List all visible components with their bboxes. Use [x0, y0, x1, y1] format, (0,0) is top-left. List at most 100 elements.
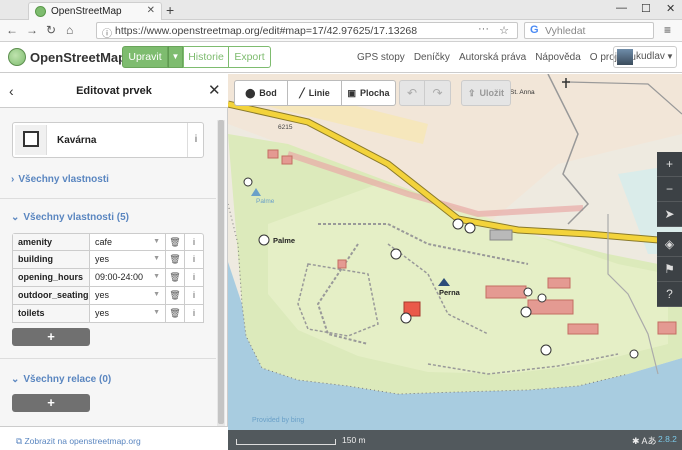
- layers-icon[interactable]: ◈: [657, 232, 682, 257]
- geolocate-icon[interactable]: ➤: [657, 202, 682, 227]
- delete-tag-icon[interactable]: 🗑: [166, 251, 185, 268]
- tag-value-text: yes: [95, 254, 110, 264]
- link-gps-traces[interactable]: GPS stopy: [357, 52, 405, 63]
- map-panel-controls: ◈ ⚑ ?: [657, 232, 682, 307]
- edit-button[interactable]: Upravit: [122, 46, 168, 68]
- scale-text: 150 m: [342, 435, 366, 445]
- combo-caret-icon[interactable]: ▼: [153, 273, 160, 280]
- tag-value-field[interactable]: cafe ▼: [90, 234, 166, 250]
- export-button[interactable]: Export: [229, 46, 271, 68]
- tag-key-field[interactable]: building: [13, 251, 90, 268]
- maximize-icon[interactable]: ☐: [641, 2, 651, 15]
- bug-report-icon[interactable]: ✱ Aあ: [632, 434, 657, 447]
- issues-icon[interactable]: ?: [657, 282, 682, 307]
- all-fields-toggle[interactable]: › Všechny vlastnosti: [11, 174, 109, 185]
- close-icon[interactable]: ✕: [208, 81, 221, 99]
- tags-section-toggle[interactable]: ⌄ Všechny vlastnosti (5): [11, 212, 129, 223]
- delete-tag-icon[interactable]: 🗑: [166, 234, 185, 250]
- version-label[interactable]: 2.8.2: [658, 434, 677, 444]
- map-footer: 150 m ✱ Aあ 2.8.2: [228, 430, 682, 450]
- tag-key-field[interactable]: opening_hours: [13, 269, 90, 286]
- zoom-in-icon[interactable]: +: [657, 152, 682, 177]
- history-button[interactable]: Historie: [183, 46, 229, 68]
- divider: [0, 198, 216, 199]
- zoom-out-icon[interactable]: −: [657, 177, 682, 202]
- tab-title: OpenStreetMap: [51, 6, 122, 17]
- tab-close-icon[interactable]: ✕: [147, 5, 155, 16]
- minimize-icon[interactable]: —: [616, 2, 627, 14]
- preset-item[interactable]: Kavárna i: [12, 122, 204, 158]
- combo-caret-icon[interactable]: ▼: [153, 255, 160, 262]
- tag-table: amenity cafe ▼ 🗑 i building yes ▼ 🗑 i open…: [12, 233, 204, 323]
- add-point-button[interactable]: ⬤ Bod: [234, 80, 288, 106]
- map-canvas[interactable]: St. Anna 6215 Palme Palme Perna ⬤ Bod ╱ Li…: [228, 74, 682, 450]
- view-on-osm-link[interactable]: ⧉ Zobrazit na openstreetmap.org: [16, 436, 141, 447]
- edit-dropdown-caret-icon[interactable]: ▼: [168, 46, 183, 68]
- editor-sidebar: ‹ Editovat prvek ✕ Kavárna i › Všechny vl…: [0, 74, 228, 450]
- google-icon: G: [530, 24, 539, 36]
- line-icon: ╱: [299, 87, 305, 98]
- add-area-button[interactable]: ▣ Plocha: [342, 80, 396, 106]
- combo-caret-icon[interactable]: ▼: [153, 309, 160, 316]
- tag-info-icon[interactable]: i: [185, 287, 203, 304]
- tag-row: opening_hours 09:00-24:00 ▼ 🗑 i: [12, 269, 204, 287]
- tag-info-icon[interactable]: i: [185, 305, 203, 322]
- map-data-icon[interactable]: ⚑: [657, 257, 682, 282]
- sidebar-scrollbar[interactable]: [217, 120, 225, 442]
- tag-key-field[interactable]: toilets: [13, 305, 90, 322]
- add-relation-button[interactable]: +: [12, 394, 90, 412]
- search-bar[interactable]: G Vyhledat: [524, 22, 654, 39]
- link-help[interactable]: Nápověda: [535, 52, 581, 63]
- new-tab-button[interactable]: +: [166, 2, 174, 18]
- delete-tag-icon[interactable]: 🗑: [166, 305, 185, 322]
- forward-icon[interactable]: →: [26, 23, 38, 37]
- tag-info-icon[interactable]: i: [185, 269, 203, 286]
- edit-button-group: Upravit ▼ Historie Export: [122, 46, 271, 68]
- tag-key-field[interactable]: outdoor_seating: [13, 287, 90, 304]
- combo-caret-icon[interactable]: ▼: [153, 238, 160, 245]
- back-icon[interactable]: ←: [6, 23, 18, 37]
- link-diaries[interactable]: Deníčky: [414, 52, 450, 63]
- osm-logo-icon[interactable]: [8, 48, 26, 66]
- tag-value-field[interactable]: yes ▼: [90, 305, 166, 322]
- undo-icon[interactable]: ↶: [399, 80, 425, 106]
- imagery-attribution[interactable]: Provided by bing: [252, 417, 304, 424]
- add-line-label: Linie: [308, 88, 330, 98]
- home-icon[interactable]: ⌂: [66, 23, 73, 37]
- preset-icon-box: [15, 125, 47, 155]
- brand-title[interactable]: OpenStreetMap: [30, 50, 126, 65]
- tag-value-field[interactable]: yes ▼: [90, 251, 166, 268]
- page-actions-icon[interactable]: ···: [478, 23, 489, 35]
- tag-value-field[interactable]: yes ▼: [90, 287, 166, 304]
- combo-caret-icon[interactable]: ▼: [153, 291, 160, 298]
- scrollbar-thumb[interactable]: [218, 120, 224, 424]
- sidebar-footer: ⧉ Zobrazit na openstreetmap.org: [0, 426, 228, 450]
- scale-bar[interactable]: [236, 439, 336, 445]
- hamburger-menu-icon[interactable]: ≡: [664, 23, 671, 37]
- info-icon[interactable]: ⓘ: [102, 25, 112, 40]
- draw-toolbar: ⬤ Bod ╱ Linie ▣ Plocha: [234, 80, 396, 106]
- tag-info-icon[interactable]: i: [185, 251, 203, 268]
- add-tag-button[interactable]: +: [12, 328, 90, 346]
- preset-info-icon[interactable]: i: [187, 123, 204, 157]
- tags-section-label: Všechny vlastnosti (5): [23, 212, 129, 223]
- tag-key-field[interactable]: amenity: [13, 234, 90, 250]
- add-line-button[interactable]: ╱ Linie: [288, 80, 342, 106]
- tag-value-field[interactable]: 09:00-24:00 ▼: [90, 269, 166, 286]
- avatar: [617, 49, 633, 65]
- close-window-icon[interactable]: ✕: [666, 2, 675, 15]
- bookmark-star-icon[interactable]: ☆: [499, 24, 509, 37]
- url-bar[interactable]: ⓘ https://www.openstreetmap.org/edit#map…: [96, 22, 518, 40]
- link-copyright[interactable]: Autorská práva: [459, 52, 526, 63]
- tag-value-text: 09:00-24:00: [95, 272, 144, 282]
- top-nav-links: GPS stopy Deníčky Autorská práva Nápověd…: [357, 52, 636, 63]
- browser-tab[interactable]: OpenStreetMap ✕: [28, 2, 162, 20]
- relations-section-toggle[interactable]: ⌄ Všechny relace (0): [11, 374, 111, 385]
- delete-tag-icon[interactable]: 🗑: [166, 287, 185, 304]
- save-button[interactable]: ⇪ Uložit: [461, 80, 511, 106]
- reload-icon[interactable]: ↻: [46, 23, 56, 37]
- redo-icon[interactable]: ↷: [425, 80, 451, 106]
- delete-tag-icon[interactable]: 🗑: [166, 269, 185, 286]
- user-menu-button[interactable]: kudlav ▼: [613, 46, 677, 68]
- tag-info-icon[interactable]: i: [185, 234, 203, 250]
